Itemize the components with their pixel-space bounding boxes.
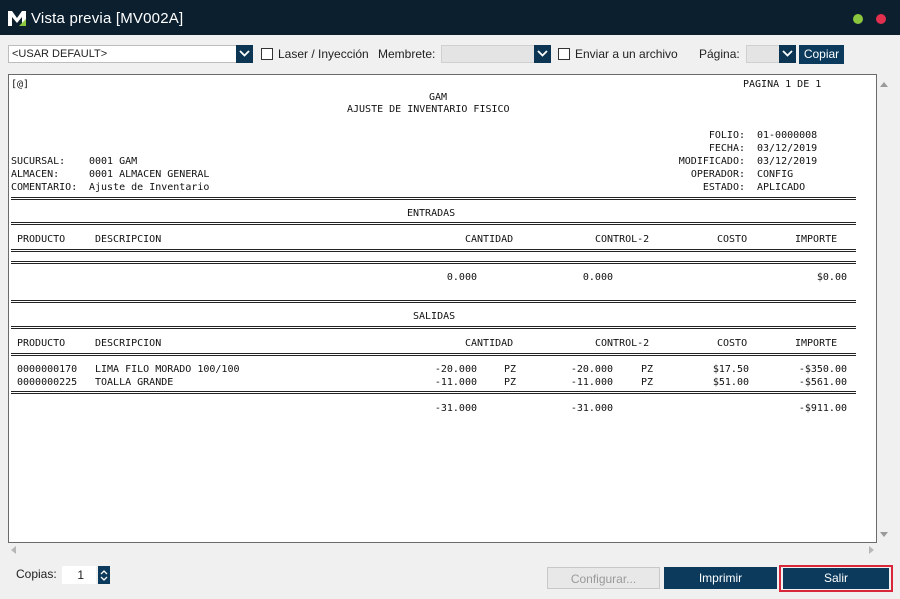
estado-value: APLICADO [757, 182, 806, 193]
salidas-total-cantidad: -31.000 [434, 403, 477, 414]
col-cantidad: CANTIDAD [465, 338, 514, 349]
modificado-value: 03/12/2019 [757, 156, 818, 167]
report-divider [11, 326, 856, 329]
row-importe: -$350.00 [798, 364, 847, 375]
col-producto: PRODUCTO [17, 338, 66, 349]
folio-value: 01-0000008 [757, 130, 818, 141]
copias-label: Copias: [16, 567, 57, 581]
laser-label: Laser / Inyección [278, 47, 369, 61]
row-costo: $17.50 [712, 364, 749, 375]
chevron-down-icon[interactable] [236, 45, 253, 63]
salir-button[interactable]: Salir [783, 568, 889, 589]
laser-checkbox[interactable] [261, 48, 273, 60]
col-importe: IMPORTE [795, 338, 838, 349]
estado-label: ESTADO: [702, 182, 745, 193]
entradas-total-cantidad: 0.000 [446, 272, 477, 283]
entradas-heading: ENTRADAS [407, 208, 456, 219]
row-unidad2: PZ [641, 364, 654, 375]
col-descripcion: DESCRIPCION [95, 338, 162, 349]
scroll-left-icon[interactable] [11, 546, 16, 554]
spinner-arrows-icon [100, 570, 108, 581]
row-control2: -11.000 [570, 377, 613, 388]
salidas-total-control2: -31.000 [570, 403, 613, 414]
col-control2: CONTROL-2 [595, 234, 650, 245]
almacen-label: ALMACEN: [11, 169, 60, 180]
report-divider [11, 300, 856, 303]
configurar-button[interactable]: Configurar... [547, 567, 660, 589]
entradas-total-control2: 0.000 [582, 272, 613, 283]
report-divider [11, 261, 856, 264]
comentario-value: Ajuste de Inventario [89, 182, 210, 193]
copias-input[interactable]: 1 [62, 566, 96, 584]
printer-combo-value: <USAR DEFAULT> [12, 48, 108, 60]
col-costo: COSTO [717, 338, 748, 349]
copiar-button[interactable]: Copiar [799, 45, 844, 64]
comentario-label: COMENTARIO: [11, 182, 78, 193]
membrete-label: Membrete: [378, 47, 436, 61]
chevron-down-icon[interactable] [534, 45, 551, 63]
enviar-archivo-label: Enviar a un archivo [575, 47, 678, 61]
app-logo-icon [8, 11, 26, 26]
row-unidad2: PZ [641, 377, 654, 388]
row-producto: 0000000225 [17, 377, 78, 388]
report-divider [11, 249, 856, 252]
report-company: GAM [429, 92, 448, 103]
row-control2: -20.000 [570, 364, 613, 375]
pagina-label: Página: [699, 47, 740, 61]
row-importe: -$561.00 [798, 377, 847, 388]
membrete-combo[interactable] [441, 45, 551, 63]
title-bar: Vista previa [MV002A] [0, 0, 900, 35]
salidas-total-importe: -$911.00 [798, 403, 847, 414]
report-page: PAGINA 1 DE 1 [743, 79, 822, 90]
col-cantidad: CANTIDAD [465, 234, 514, 245]
chevron-down-icon[interactable] [779, 45, 796, 63]
fecha-label: FECHA: [708, 143, 745, 154]
col-importe: IMPORTE [795, 234, 838, 245]
salir-focus-outline: Salir [779, 565, 893, 592]
row-costo: $51.00 [712, 377, 749, 388]
col-costo: COSTO [717, 234, 748, 245]
vertical-scrollbar[interactable] [877, 74, 891, 543]
row-cantidad: -11.000 [434, 377, 477, 388]
folio-label: FOLIO: [708, 130, 745, 141]
report-divider [11, 391, 856, 394]
pagina-combo[interactable] [746, 45, 796, 63]
col-control2: CONTROL-2 [595, 338, 650, 349]
row-unidad: PZ [504, 377, 517, 388]
sucursal-label: SUCURSAL: [11, 156, 66, 167]
printer-combo[interactable]: <USAR DEFAULT> [8, 45, 253, 63]
minimize-icon[interactable] [853, 14, 863, 24]
report-divider [11, 222, 856, 225]
report-marker: [@] [11, 79, 30, 90]
salidas-heading: SALIDAS [413, 311, 456, 322]
col-descripcion: DESCRIPCION [95, 234, 162, 245]
close-icon[interactable] [876, 14, 886, 24]
row-unidad: PZ [504, 364, 517, 375]
col-producto: PRODUCTO [17, 234, 66, 245]
report-divider [11, 197, 856, 200]
window-title: Vista previa [MV002A] [31, 10, 184, 27]
fecha-value: 03/12/2019 [757, 143, 818, 154]
horizontal-scrollbar[interactable] [8, 543, 877, 557]
operador-label: OPERADOR: [690, 169, 745, 180]
scroll-down-icon[interactable] [880, 532, 888, 537]
report-divider [11, 353, 856, 356]
modificado-label: MODIFICADO: [678, 156, 745, 167]
almacen-value: 0001 ALMACEN GENERAL [89, 169, 210, 180]
scroll-right-icon[interactable] [869, 546, 874, 554]
report-title: AJUSTE DE INVENTARIO FISICO [347, 104, 510, 115]
row-producto: 0000000170 [17, 364, 78, 375]
sucursal-value: 0001 GAM [89, 156, 138, 167]
enviar-archivo-checkbox[interactable] [558, 48, 570, 60]
copias-spinner[interactable] [98, 566, 110, 584]
row-cantidad: -20.000 [434, 364, 477, 375]
row-descripcion: LIMA FILO MORADO 100/100 [95, 364, 240, 375]
report-preview[interactable]: [@] PAGINA 1 DE 1 GAM AJUSTE DE INVENTAR… [8, 74, 877, 543]
imprimir-button[interactable]: Imprimir [664, 567, 777, 589]
scroll-up-icon[interactable] [880, 82, 888, 87]
entradas-total-importe: $0.00 [816, 272, 847, 283]
report-document: [@] PAGINA 1 DE 1 GAM AJUSTE DE INVENTAR… [9, 75, 876, 542]
row-descripcion: TOALLA GRANDE [95, 377, 174, 388]
operador-value: CONFIG [757, 169, 794, 180]
